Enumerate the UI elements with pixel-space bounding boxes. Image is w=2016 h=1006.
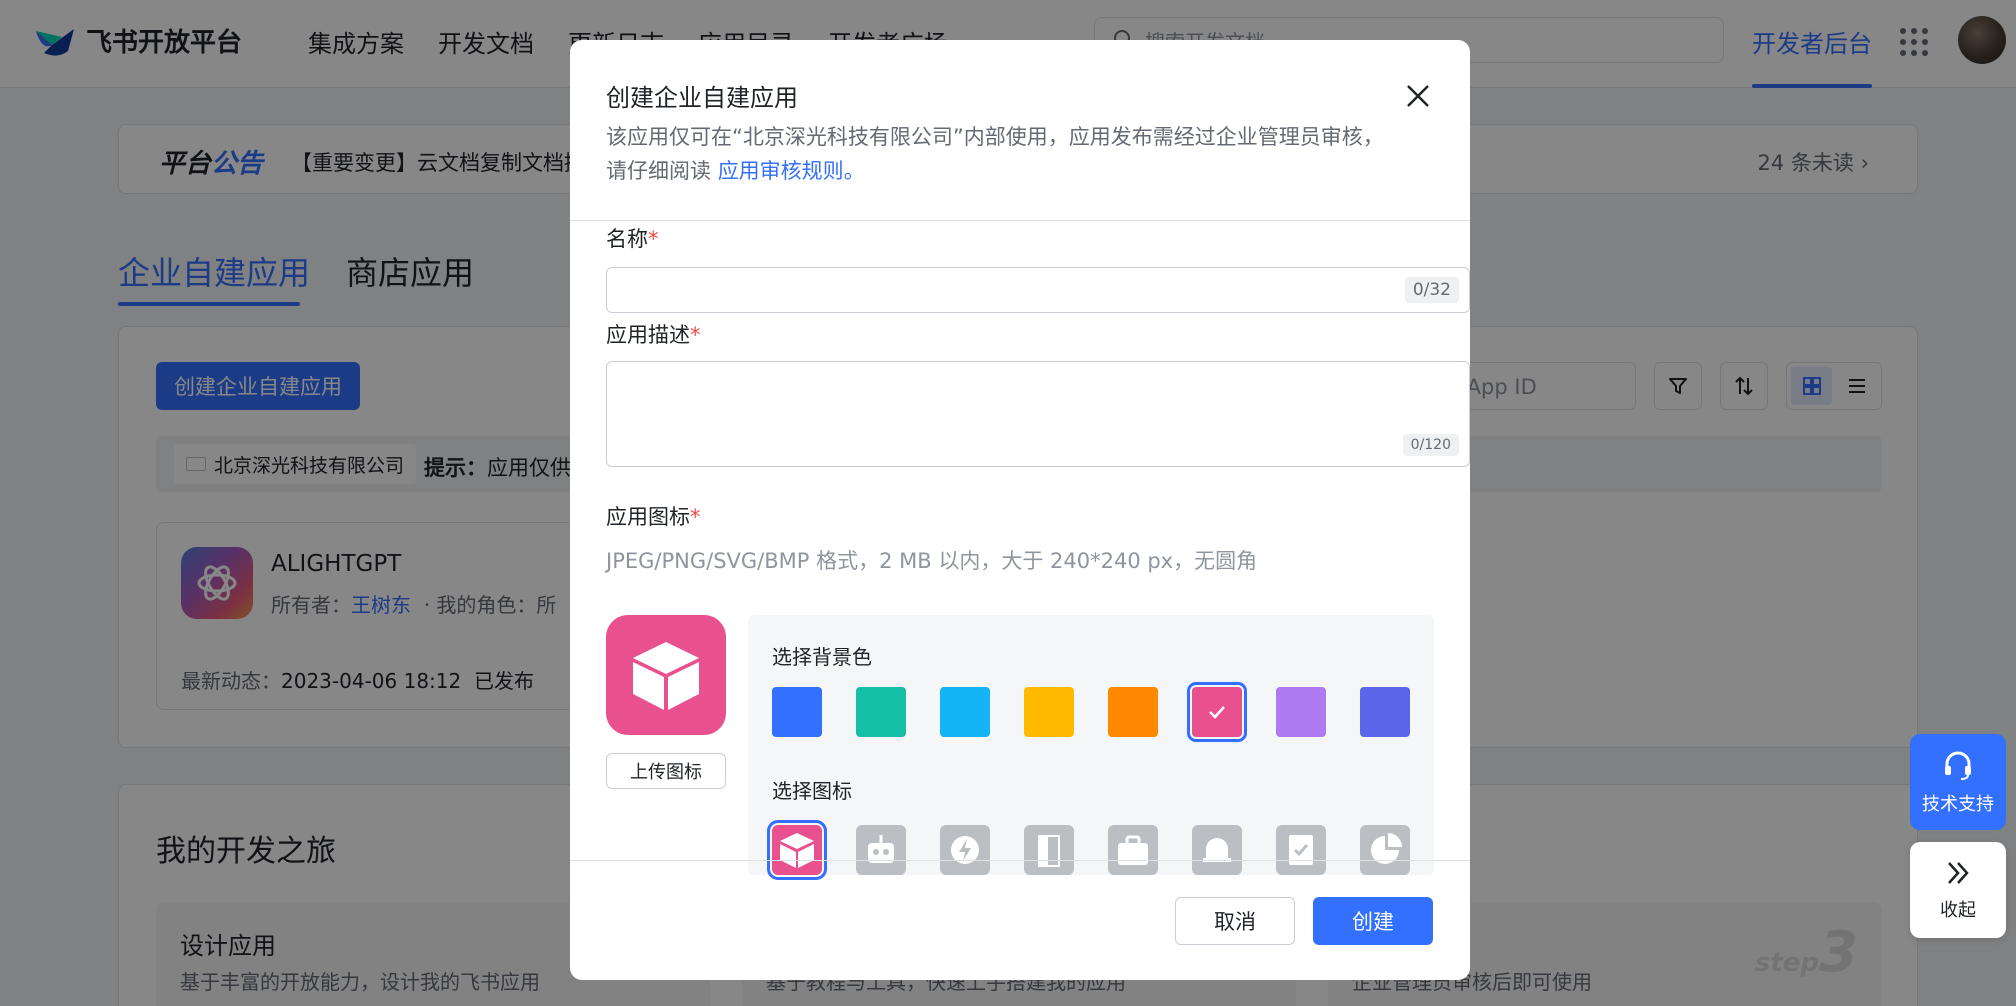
icon-hint: JPEG/PNG/SVG/BMP 格式，2 MB 以内，大于 240*240 p… <box>606 549 1258 573</box>
name-input[interactable]: 0/32 <box>606 267 1470 313</box>
bg-color-swatch[interactable] <box>1024 687 1074 737</box>
pie-chart-icon[interactable] <box>1360 825 1410 875</box>
upload-icon-button[interactable]: 上传图标 <box>606 753 726 789</box>
review-rules-link[interactable]: 应用审核规则 <box>718 159 844 183</box>
bg-color-swatch[interactable] <box>1276 687 1326 737</box>
dialog-title: 创建企业自建应用 <box>606 84 798 112</box>
description-counter: 0/120 <box>1402 434 1459 456</box>
check-icon <box>1209 706 1225 719</box>
icon-picker: 选择背景色 选择图标 <box>748 615 1434 880</box>
headset-icon <box>1945 751 1971 780</box>
bg-color-label: 选择背景色 <box>772 645 872 669</box>
description-label: 应用描述* <box>606 323 701 347</box>
bg-color-swatch[interactable] <box>772 687 822 737</box>
cube-icon[interactable] <box>767 820 827 880</box>
bg-color-swatch[interactable] <box>1108 687 1158 737</box>
tech-support-label: 技术支持 <box>1922 794 1994 815</box>
create-button[interactable]: 创建 <box>1313 897 1433 945</box>
bg-color-swatch[interactable] <box>1360 687 1410 737</box>
robot-icon[interactable] <box>856 825 906 875</box>
name-label: 名称* <box>606 227 659 251</box>
icon-label: 应用图标* <box>606 505 701 529</box>
close-icon[interactable] <box>1400 78 1436 114</box>
dialog-body: 名称* 0/32 应用描述* 0/120 应用图标* JPEG/PNG/SVG/… <box>570 221 1470 900</box>
cube-icon <box>633 642 699 710</box>
bell-icon[interactable] <box>1192 825 1242 875</box>
checklist-icon[interactable] <box>1276 825 1326 875</box>
collapse-button[interactable]: 收起 <box>1910 842 2006 938</box>
double-chevron-right-icon <box>1948 862 1969 884</box>
dialog-description: 该应用仅可在“北京深光科技有限公司”内部使用，应用发布需经过企业管理员审核， 请… <box>606 125 1384 183</box>
bg-color-swatch[interactable] <box>856 687 906 737</box>
create-app-dialog: 创建企业自建应用 该应用仅可在“北京深光科技有限公司”内部使用，应用发布需经过企… <box>570 40 1470 980</box>
collapse-label: 收起 <box>1940 900 1976 921</box>
bg-color-swatch[interactable] <box>1187 682 1247 742</box>
door-icon[interactable] <box>1024 825 1074 875</box>
icon-preview <box>606 615 726 735</box>
glyph-label: 选择图标 <box>772 779 852 803</box>
dialog-footer-divider <box>570 860 1470 861</box>
name-counter: 0/32 <box>1404 277 1459 303</box>
description-textarea[interactable]: 0/120 <box>606 361 1470 467</box>
lightning-icon[interactable] <box>940 825 990 875</box>
briefcase-icon[interactable] <box>1108 825 1158 875</box>
tech-support-button[interactable]: 技术支持 <box>1910 734 2006 830</box>
cancel-button[interactable]: 取消 <box>1175 897 1295 945</box>
bg-color-swatch[interactable] <box>940 687 990 737</box>
